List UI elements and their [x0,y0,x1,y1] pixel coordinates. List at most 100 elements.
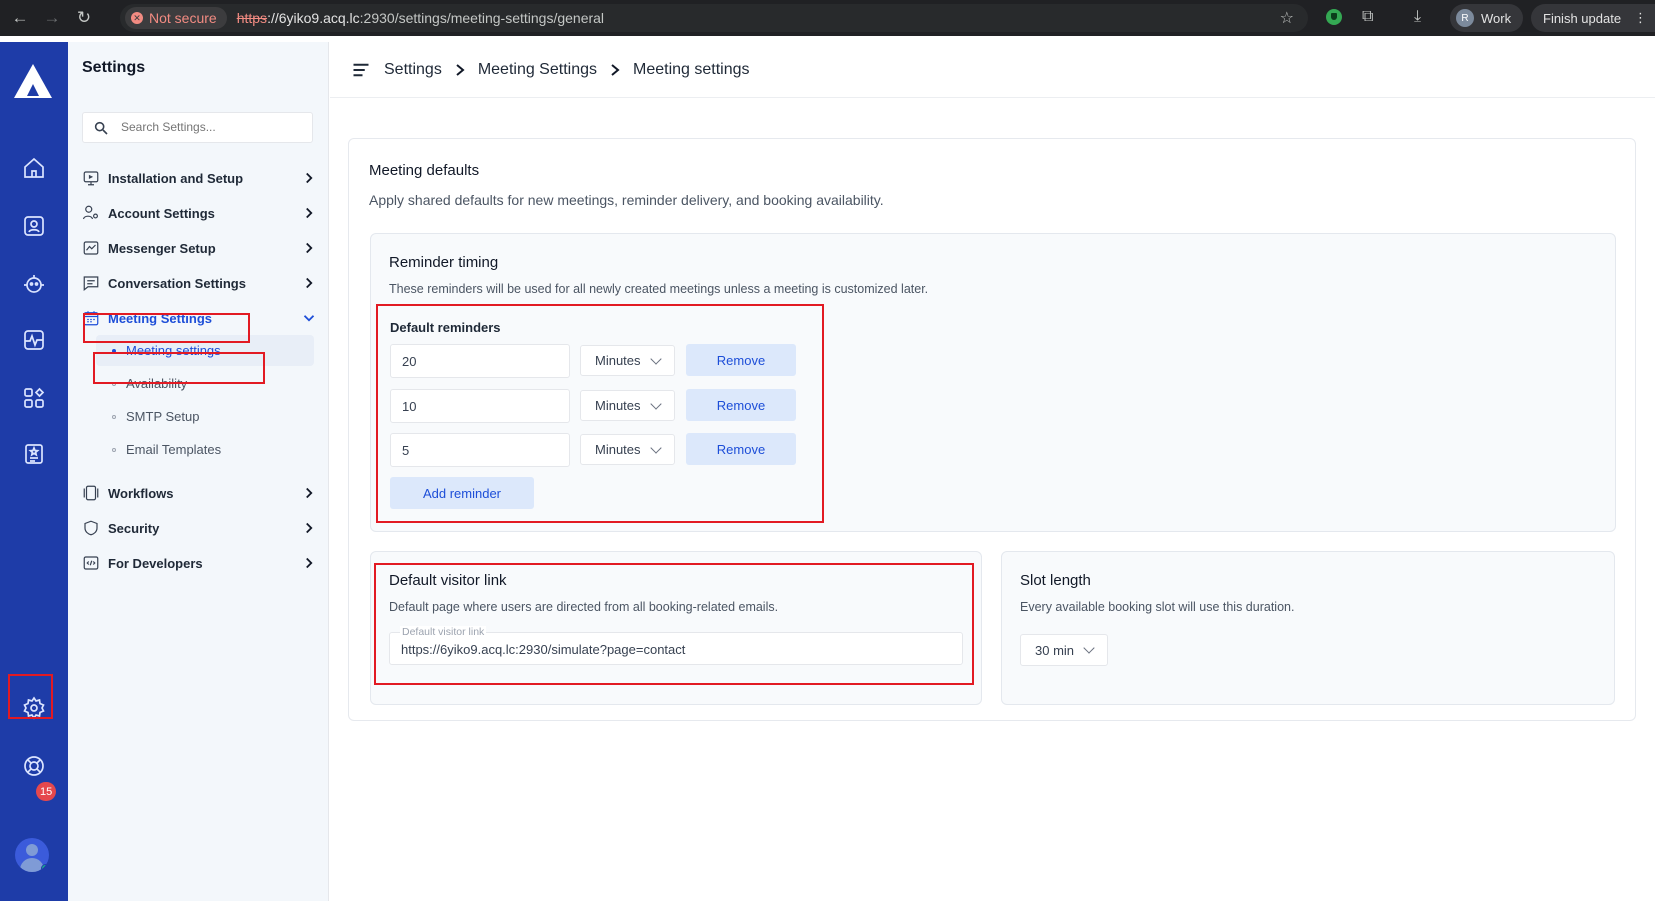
user-gear-icon [82,204,100,222]
chevron-right-icon [306,242,313,254]
workflow-icon [82,484,100,502]
visitor-card-description: Default page where users are directed fr… [389,600,779,614]
slot-length-card: Slot length Every available booking slot… [1001,551,1615,705]
chevron-right-icon [306,277,313,289]
sidebar-item-meeting[interactable]: Meeting Settings [82,302,322,334]
help-lifebuoy-icon[interactable] [18,750,50,782]
contacts-icon[interactable] [18,210,50,242]
page-title: Meeting defaults [369,162,480,179]
add-reminder-button[interactable]: Add reminder [390,477,534,509]
profile-button[interactable]: R Work [1450,4,1524,32]
visitor-link-card: Default visitor link Default page where … [370,551,982,705]
apps-icon[interactable] [18,382,50,414]
url-text[interactable]: https://6yiko9.acq.lc:2930/settings/meet… [237,10,604,26]
address-bar[interactable]: ✕ Not secure https://6yiko9.acq.lc:2930/… [120,4,1308,32]
search-box[interactable] [82,112,313,143]
sub-item-label: Availability [126,376,188,391]
chevron-right-icon [306,522,313,534]
sidebar-item-developers[interactable]: For Developers [82,547,322,579]
bot-icon[interactable] [18,268,50,300]
app-rail: 15 [0,42,68,901]
breadcrumb-current: Meeting settings [633,60,750,78]
breadcrumb: Settings Meeting Settings Meeting settin… [384,61,750,79]
security-indicator[interactable]: ✕ Not secure [125,7,227,29]
bookmark-star-icon[interactable]: ☆ [1280,8,1294,28]
user-avatar[interactable] [15,838,49,872]
finish-update-button[interactable]: Finish update ⋮ [1531,4,1655,32]
calendar-icon [82,309,100,327]
remove-reminder-button[interactable]: Remove [686,344,796,376]
reminder-unit-select[interactable]: Minutes [580,345,675,376]
finish-update-label: Finish update [1543,10,1622,26]
code-icon [82,554,100,572]
online-status-dot [41,864,49,872]
sidebar-item-label: Security [108,520,160,536]
reminder-unit-select[interactable]: Minutes [580,434,675,465]
reload-icon[interactable]: ↻ [68,2,100,34]
security-label: Not secure [149,10,217,26]
menu-toggle-icon[interactable] [352,61,370,79]
chevron-down-icon [303,315,315,322]
sub-item-label: SMTP Setup [126,409,200,424]
page-description: Apply shared defaults for new meetings, … [369,192,884,208]
chevron-right-icon [306,557,313,569]
reports-icon[interactable] [18,324,50,356]
reminder-unit-select[interactable]: Minutes [580,390,675,421]
search-input[interactable] [121,120,301,134]
settings-gear-icon[interactable] [18,692,50,724]
sidebar-item-installation[interactable]: Installation and Setup [82,162,322,194]
chart-icon [82,239,100,257]
sidebar-item-workflows[interactable]: Workflows [82,477,322,509]
reminder-value-input[interactable]: 20 [390,344,570,378]
sidebar-item-security[interactable]: Security [82,512,322,544]
sub-item-email-templates[interactable]: Email Templates [96,434,314,465]
visitor-link-field[interactable]: Default visitor link https://6yiko9.acq.… [389,626,963,665]
profile-label: Work [1481,10,1512,26]
sidebar-title: Settings [82,59,146,76]
message-icon [82,274,100,292]
remove-reminder-button[interactable]: Remove [686,389,796,421]
sub-item-label: Email Templates [126,442,222,457]
sub-item-availability[interactable]: Availability [96,368,314,399]
page-header: Settings Meeting Settings Meeting settin… [330,42,1655,98]
reminder-card-title: Reminder timing [389,254,499,271]
sidebar-item-messenger[interactable]: Messenger Setup [82,232,322,264]
extension-shield-icon[interactable] [1326,9,1342,25]
campaigns-icon[interactable] [18,438,50,470]
sidebar-item-label: Workflows [108,485,174,501]
back-icon[interactable]: ← [4,2,36,34]
breadcrumb-separator-icon [456,63,465,76]
notification-badge: 15 [36,782,57,801]
default-reminders-label: Default reminders [390,320,501,335]
chevron-right-icon [306,207,313,219]
forward-icon[interactable]: → [36,2,68,34]
chevron-down-icon [1083,642,1095,654]
home-icon[interactable] [18,152,50,184]
sidebar-item-account[interactable]: Account Settings [82,197,322,229]
breadcrumb-settings[interactable]: Settings [384,61,442,79]
sidebar-item-conversation[interactable]: Conversation Settings [82,267,322,299]
warning-icon: ✕ [131,12,143,24]
visitor-card-title: Default visitor link [389,572,507,589]
chevron-down-icon [650,441,662,454]
extensions-puzzle-icon[interactable]: ⧉ [1362,8,1373,26]
breadcrumb-meeting-settings[interactable]: Meeting Settings [478,61,597,79]
sidebar-item-label: Account Settings [108,205,215,221]
app-logo[interactable] [14,64,52,98]
breadcrumb-separator-icon [611,63,620,76]
reminder-card-description: These reminders will be used for all new… [389,282,929,296]
sub-item-meeting-settings[interactable]: Meeting settings [96,335,314,366]
monitor-icon [82,169,100,187]
reminder-value-input[interactable]: 10 [390,389,570,423]
reminder-timing-card: Reminder timing These reminders will be … [370,233,1616,532]
more-vert-icon[interactable]: ⋮ [1634,10,1647,26]
reminder-value-input[interactable]: 5 [390,433,570,467]
slot-length-select[interactable]: 30 min [1020,634,1108,666]
download-icon[interactable]: ⤓ [1414,8,1421,26]
sub-item-smtp[interactable]: SMTP Setup [96,401,314,432]
shield-icon [82,519,100,537]
slot-card-description: Every available booking slot will use th… [1020,600,1295,614]
sidebar-item-label: Conversation Settings [108,275,246,291]
remove-reminder-button[interactable]: Remove [686,433,796,465]
chevron-down-icon [650,352,662,365]
